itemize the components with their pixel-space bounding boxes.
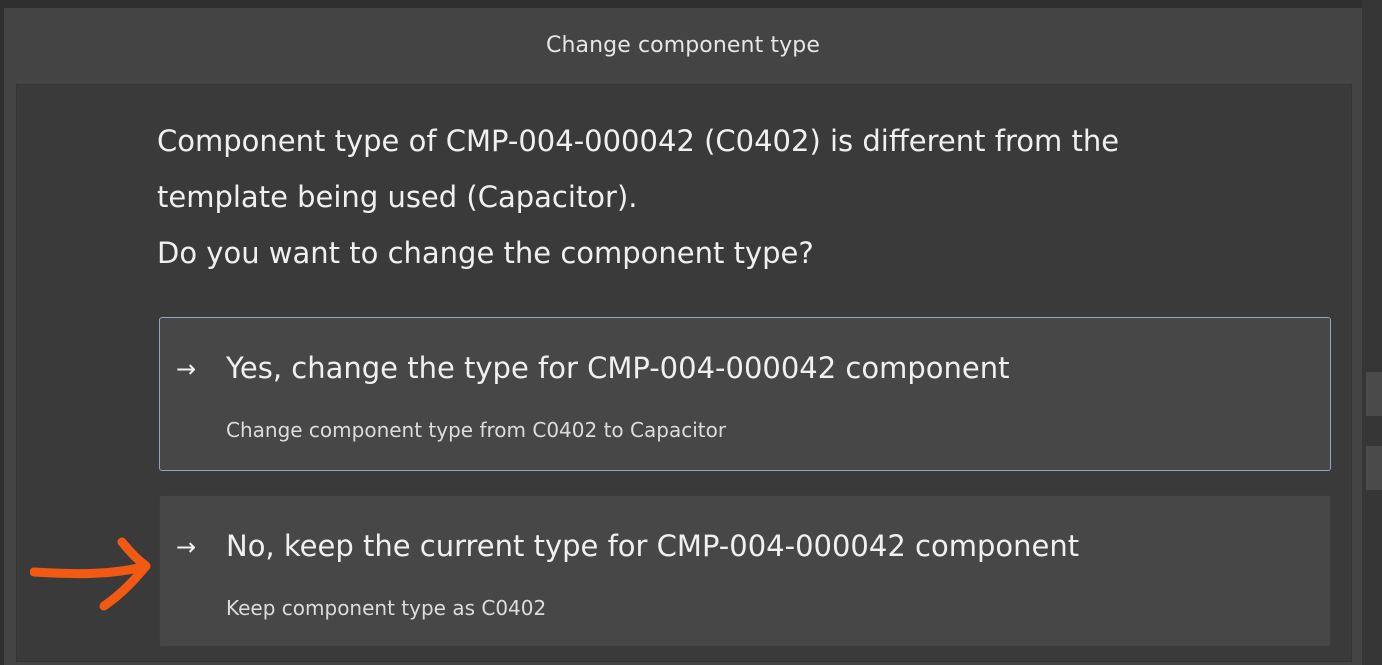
dialog-title: Change component type xyxy=(546,32,820,58)
orange-arrow-icon xyxy=(30,537,151,611)
change-component-type-dialog: Change component type Component type of … xyxy=(4,8,1362,665)
arrow-right-icon: → xyxy=(176,533,197,561)
background-panel-tab xyxy=(1366,446,1382,490)
message-line: Component type of CMP-004-000042 (C0402)… xyxy=(157,124,1120,158)
background-window-edge xyxy=(1362,0,1382,665)
arrow-right-icon: → xyxy=(176,355,197,383)
option-subtitle: Keep component type as C0402 xyxy=(226,596,547,620)
dialog-message: Component type of CMP-004-000042 (C0402)… xyxy=(157,113,1337,281)
option-yes-change-type[interactable]: → Yes, change the type for CMP-004-00004… xyxy=(159,317,1331,471)
background-panel-tab xyxy=(1366,372,1382,416)
option-no-keep-type[interactable]: → No, keep the current type for CMP-004-… xyxy=(159,495,1331,647)
option-title: No, keep the current type for CMP-004-00… xyxy=(226,529,1080,563)
option-subtitle: Change component type from C0402 to Capa… xyxy=(226,418,727,442)
message-line: Do you want to change the component type… xyxy=(157,236,814,270)
message-line: template being used (Capacitor). xyxy=(157,180,638,214)
option-title: Yes, change the type for CMP-004-000042 … xyxy=(226,351,1010,385)
dialog-content: Component type of CMP-004-000042 (C0402)… xyxy=(16,84,1352,662)
